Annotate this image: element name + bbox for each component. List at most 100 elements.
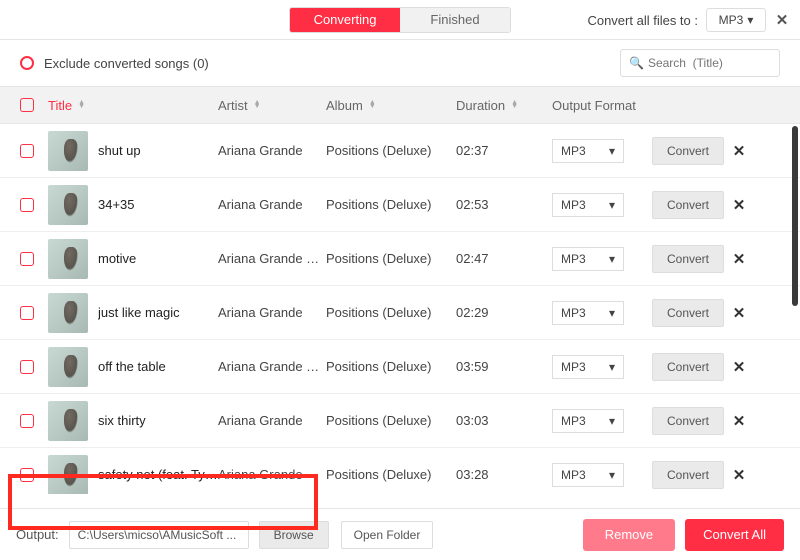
col-output-format: Output Format <box>552 98 652 113</box>
convert-all-button[interactable]: Convert All <box>685 519 784 551</box>
remove-button[interactable]: Remove <box>583 519 675 551</box>
album-art <box>48 185 88 225</box>
row-format-value: MP3 <box>561 360 586 374</box>
track-title: off the table <box>98 359 218 374</box>
convert-button[interactable]: Convert <box>652 407 724 435</box>
col-artist-label: Artist <box>218 98 248 113</box>
track-title: six thirty <box>98 413 218 428</box>
row-format-select[interactable]: MP3 ▾ <box>552 193 624 217</box>
search-input[interactable] <box>648 56 771 70</box>
output-path[interactable]: C:\Users\micso\AMusicSoft ... <box>69 521 249 549</box>
delete-row-icon[interactable]: ✕ <box>727 412 751 430</box>
track-duration: 02:29 <box>456 305 552 320</box>
track-duration: 03:28 <box>456 467 552 482</box>
delete-row-icon[interactable]: ✕ <box>727 466 751 484</box>
track-artist: Ariana Grande <box>218 305 326 320</box>
tab-finished[interactable]: Finished <box>400 8 510 32</box>
convert-all-label: Convert all files to : <box>587 13 698 28</box>
col-album[interactable]: Album ▲▼ <box>326 98 456 113</box>
search-box[interactable]: 🔍 <box>620 49 780 77</box>
table-row: shut upAriana GrandePositions (Deluxe)02… <box>0 124 800 178</box>
chevron-down-icon: ▾ <box>609 414 615 428</box>
radio-icon <box>20 56 34 70</box>
track-album: Positions (Deluxe) <box>326 305 456 320</box>
row-format-select[interactable]: MP3 ▾ <box>552 409 624 433</box>
convert-button[interactable]: Convert <box>652 299 724 327</box>
row-checkbox[interactable] <box>20 198 34 212</box>
sort-icon: ▲▼ <box>369 101 376 109</box>
track-title: shut up <box>98 143 218 158</box>
album-art <box>48 347 88 387</box>
table-row: motiveAriana Grande & ...Positions (Delu… <box>0 232 800 286</box>
open-folder-button[interactable]: Open Folder <box>341 521 434 549</box>
album-art <box>48 131 88 171</box>
track-list: shut upAriana GrandePositions (Deluxe)02… <box>0 124 800 494</box>
convert-button[interactable]: Convert <box>652 245 724 273</box>
col-duration[interactable]: Duration ▲▼ <box>456 98 552 113</box>
table-row: safety net (feat. Ty ...Ariana GrandePos… <box>0 448 800 494</box>
convert-button[interactable]: Convert <box>652 461 724 489</box>
row-checkbox[interactable] <box>20 360 34 374</box>
track-album: Positions (Deluxe) <box>326 359 456 374</box>
track-artist: Ariana Grande <box>218 413 326 428</box>
chevron-down-icon: ▾ <box>609 252 615 266</box>
track-title: motive <box>98 251 218 266</box>
row-format-select[interactable]: MP3 ▾ <box>552 301 624 325</box>
col-artist[interactable]: Artist ▲▼ <box>218 98 326 113</box>
tabs: Converting Finished <box>289 7 511 33</box>
convert-all-to: Convert all files to : MP3 ▾ ✕ <box>587 0 790 40</box>
row-format-value: MP3 <box>561 414 586 428</box>
track-album: Positions (Deluxe) <box>326 413 456 428</box>
col-title-label: Title <box>48 98 72 113</box>
row-checkbox[interactable] <box>20 144 34 158</box>
row-checkbox[interactable] <box>20 468 34 482</box>
row-checkbox[interactable] <box>20 306 34 320</box>
track-title: safety net (feat. Ty ... <box>98 467 218 482</box>
convert-button[interactable]: Convert <box>652 191 724 219</box>
tab-converting[interactable]: Converting <box>290 8 400 32</box>
track-duration: 02:47 <box>456 251 552 266</box>
chevron-down-icon: ▾ <box>747 13 753 27</box>
track-duration: 02:37 <box>456 143 552 158</box>
chevron-down-icon: ▾ <box>609 468 615 482</box>
row-format-select[interactable]: MP3▾ <box>552 355 624 379</box>
browse-button[interactable]: Browse <box>259 521 329 549</box>
row-format-value: MP3 <box>561 198 586 212</box>
col-title[interactable]: Title ▲▼ <box>48 98 218 113</box>
row-format-value: MP3 <box>561 306 586 320</box>
table-header: Title ▲▼ Artist ▲▼ Album ▲▼ Duration ▲▼ … <box>0 86 800 124</box>
track-album: Positions (Deluxe) <box>326 467 456 482</box>
convert-button[interactable]: Convert <box>652 137 724 165</box>
exclude-label: Exclude converted songs (0) <box>44 56 209 71</box>
delete-row-icon[interactable]: ✕ <box>727 196 751 214</box>
row-format-value: MP3 <box>561 144 586 158</box>
track-album: Positions (Deluxe) <box>326 143 456 158</box>
track-artist: Ariana Grande & ... <box>218 251 326 266</box>
row-format-select[interactable]: MP3▾ <box>552 463 624 487</box>
select-all-checkbox[interactable] <box>20 98 34 112</box>
delete-row-icon[interactable]: ✕ <box>727 142 751 160</box>
chevron-down-icon: ▾ <box>609 198 615 212</box>
track-artist: Ariana Grande <box>218 143 326 158</box>
delete-row-icon[interactable]: ✕ <box>727 304 751 322</box>
col-duration-label: Duration <box>456 98 505 113</box>
track-artist: Ariana Grande <box>218 197 326 212</box>
delete-row-icon[interactable]: ✕ <box>727 358 751 376</box>
col-album-label: Album <box>326 98 363 113</box>
convert-button[interactable]: Convert <box>652 353 724 381</box>
track-title: 34+35 <box>98 197 218 212</box>
track-duration: 03:03 <box>456 413 552 428</box>
row-format-select[interactable]: MP3▾ <box>552 139 624 163</box>
close-icon[interactable]: ✕ <box>774 11 790 29</box>
album-art <box>48 401 88 441</box>
bottom-bar: Output: C:\Users\micso\AMusicSoft ... Br… <box>0 508 800 560</box>
row-format-select[interactable]: MP3▾ <box>552 247 624 271</box>
row-checkbox[interactable] <box>20 252 34 266</box>
delete-row-icon[interactable]: ✕ <box>727 250 751 268</box>
scrollbar[interactable] <box>792 126 798 306</box>
global-format-select[interactable]: MP3 ▾ <box>706 8 766 32</box>
sort-icon: ▲▼ <box>78 101 85 109</box>
exclude-converted-toggle[interactable]: Exclude converted songs (0) <box>20 56 209 71</box>
chevron-down-icon: ▾ <box>609 306 615 320</box>
row-checkbox[interactable] <box>20 414 34 428</box>
